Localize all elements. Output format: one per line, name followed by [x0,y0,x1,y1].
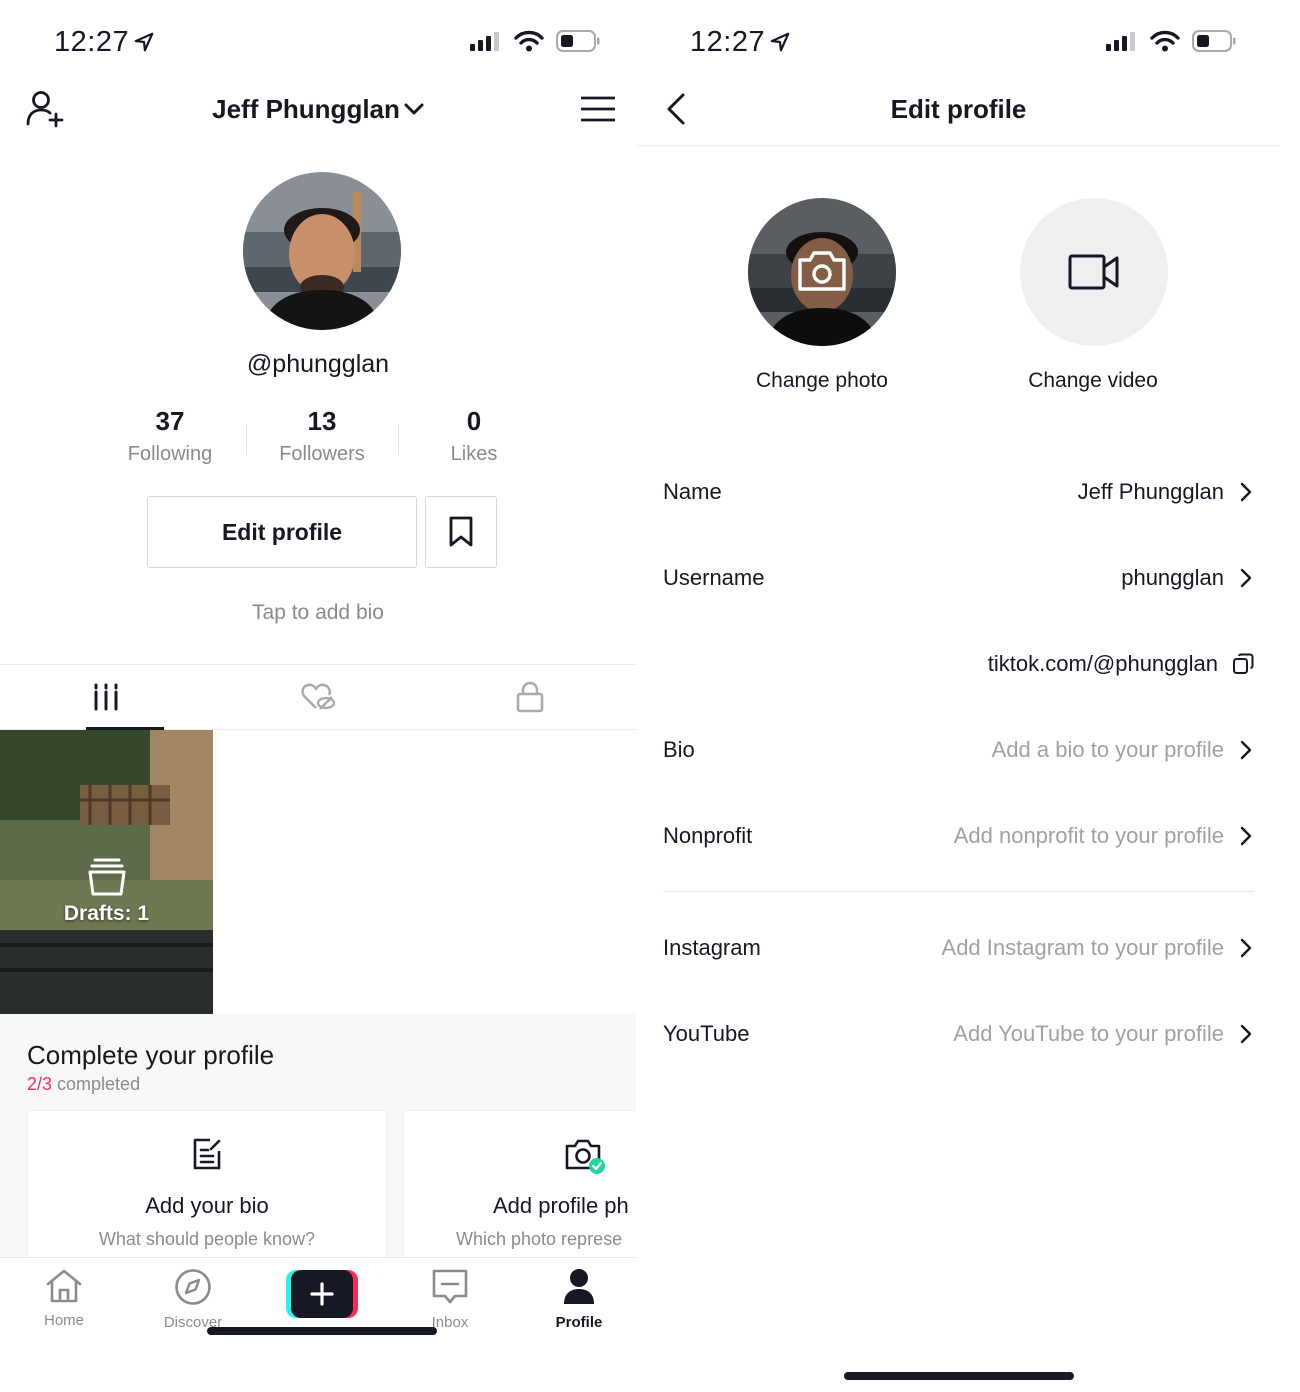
profile-photo [748,198,896,346]
plus-icon [310,1282,334,1306]
change-video-button[interactable] [1020,198,1168,346]
stat-likes[interactable]: 0 Likes [398,406,550,466]
home-icon [46,1269,82,1303]
stat-followers[interactable]: 13 Followers [246,406,398,466]
status-bar: 12:27 [637,22,1280,66]
tab-videos[interactable] [0,665,212,730]
drafts-count: Drafts: 1 [63,902,150,925]
edit-profile-button[interactable]: Edit profile [147,496,417,568]
signal-icon [470,32,499,51]
stat-following[interactable]: 37 Following [94,406,246,466]
create-button[interactable] [286,1270,358,1318]
wifi-icon [514,30,544,52]
change-video-label[interactable]: Change video [983,369,1203,393]
complete-profile-title: Complete your profile [27,1040,275,1070]
complete-profile-section: Complete your profile 2/3 completed Add … [0,1014,636,1270]
videos-grid-icon [94,683,118,711]
account-switcher[interactable]: Jeff Phungglan [0,94,636,125]
profile-link-row[interactable]: tiktok.com/@phungglan [663,644,1254,684]
youtube-row[interactable]: YouTube Add YouTube to your profile [663,1014,1254,1054]
instagram-row[interactable]: Instagram Add Instagram to your profile [663,928,1254,968]
inbox-icon [432,1269,468,1304]
bookmark-icon [449,516,473,547]
nav-profile[interactable]: Profile [534,1268,624,1331]
battery-icon [1192,30,1236,52]
status-bar: 12:27 [0,22,636,66]
edit-profile-header: Edit profile [637,80,1280,146]
change-photo-label[interactable]: Change photo [712,369,932,393]
copy-icon[interactable] [1232,653,1254,675]
edit-bio-icon [193,1138,221,1170]
content-tabs [0,664,636,730]
tab-liked[interactable] [212,665,424,729]
chevron-right-icon [1240,1024,1252,1044]
favorites-button[interactable] [425,496,497,568]
change-photo-avatar[interactable] [748,198,896,346]
username-row[interactable]: Username phungglan [663,558,1254,598]
avatar[interactable] [243,172,401,330]
chevron-right-icon [1240,568,1252,588]
status-time: 12:27 [690,26,791,59]
add-profile-photo-card[interactable]: Add profile ph Which photo represe [403,1110,636,1270]
home-indicator [844,1372,1074,1380]
battery-icon [556,30,600,52]
profile-photo [243,172,401,330]
nav-discover[interactable]: Discover [148,1268,238,1331]
nav-home[interactable]: Home [19,1268,109,1329]
profile-stats: 37 Following 13 Followers 0 Likes [94,406,550,466]
status-icons [470,30,600,52]
add-bio-card[interactable]: Add your bio What should people know? [27,1110,387,1270]
drafts-overlay: Drafts: 1 [0,730,213,1014]
chevron-right-icon [1240,740,1252,760]
signal-icon [1106,32,1135,51]
profile-screen: 12:27 Jeff Phungglan @phungglan 37 Follo… [0,0,636,1392]
tab-private[interactable] [424,665,636,729]
profile-icon [564,1269,594,1304]
drafts-box-icon [88,858,125,896]
drafts-thumbnail[interactable]: Drafts: 1 [0,730,213,1014]
lock-icon [516,681,544,713]
chevron-right-icon [1240,482,1252,502]
camera-check-icon [565,1139,605,1174]
video-camera-icon [1068,254,1119,290]
nav-inbox[interactable]: Inbox [405,1268,495,1331]
hidden-heart-icon [301,683,336,710]
bio-row[interactable]: Bio Add a bio to your profile [663,730,1254,770]
chevron-right-icon [1240,938,1252,958]
status-time: 12:27 [54,26,155,59]
profile-header: Jeff Phungglan [0,80,636,140]
location-arrow-icon [770,32,790,52]
add-bio-hint[interactable]: Tap to add bio [0,601,636,625]
page-title: Edit profile [890,94,1027,124]
chevron-down-icon [404,103,424,115]
status-icons [1106,30,1236,52]
name-row[interactable]: Name Jeff Phungglan [663,472,1254,512]
menu-icon[interactable] [581,96,615,122]
edit-profile-screen: 12:27 Edit profile Change photo Change v… [637,0,1280,1392]
location-arrow-icon [134,32,154,52]
chevron-right-icon [1240,826,1252,846]
section-divider [663,891,1254,892]
bottom-nav: Home Discover Inbox Profile [0,1257,636,1347]
username-handle: @phungglan [246,350,390,378]
compass-icon [175,1269,211,1305]
complete-profile-progress: 2/3 completed [27,1074,141,1094]
home-indicator [207,1327,437,1335]
wifi-icon [1150,30,1180,52]
nonprofit-row[interactable]: Nonprofit Add nonprofit to your profile [663,816,1254,856]
